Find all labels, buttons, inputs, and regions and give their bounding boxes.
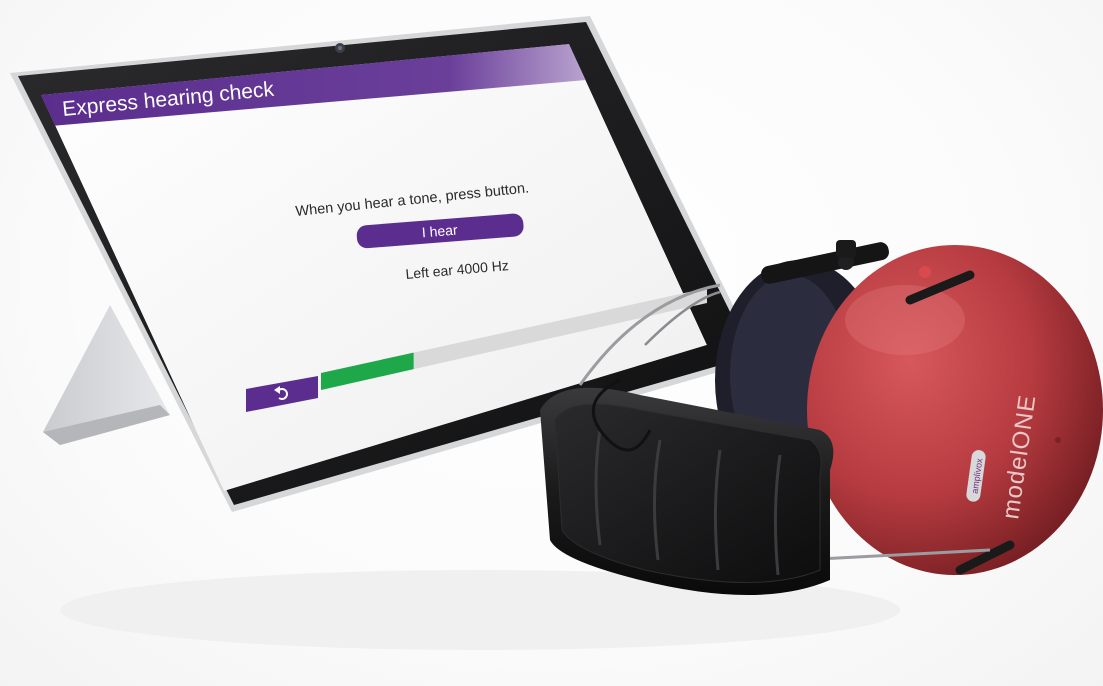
- product-photo: Express hearing check When you hear a to…: [0, 0, 1103, 686]
- front-earcup: [807, 245, 1103, 575]
- camera-lens: [338, 46, 342, 50]
- scene-svg: Express hearing check When you hear a to…: [10, 16, 1103, 650]
- i-hear-label: I hear: [421, 222, 458, 241]
